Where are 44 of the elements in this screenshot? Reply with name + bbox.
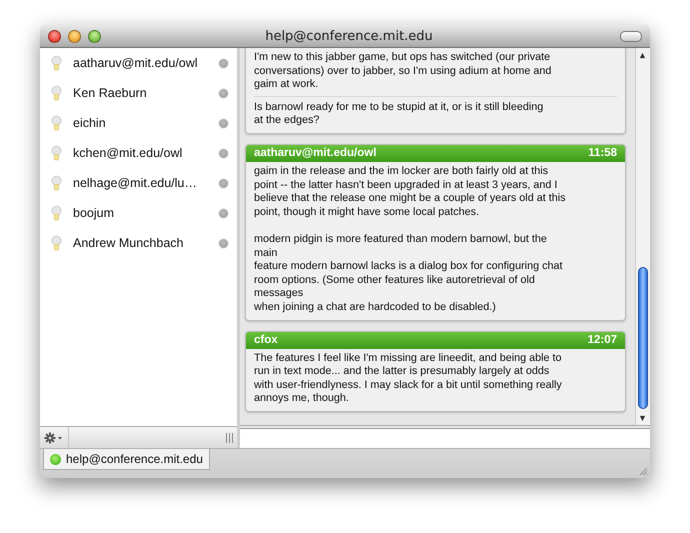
sender-name: aatharuv@mit.edu/owl [254, 147, 376, 160]
lightbulb-icon [51, 114, 62, 132]
contact-item[interactable]: Andrew Munchbach [40, 228, 237, 258]
message-text: gaim in the release and the im locker are both fairly old at this point -- the latter hasn't been upgraded in at least 3 years, and I believe that the release one might be a couple of years old at this point, though it might have some local patches. modern pidgin is more featured than modern barnowl, but the main feature modern barnowl lacks is a dialog box for configuring chat room options. (Some other features like autoretrieval of old messages when joining a chat are hardcoded to be disabled.) [254, 164, 567, 315]
message-text: The features I feel like I'm missing are lineedit, and being able to run in text mode... and the latter is presumably largely at odds with user-friendlyness. I may slack for a bit until something really annoys me, though. [254, 350, 563, 406]
lightbulb-icon [51, 174, 62, 192]
gear-icon [44, 432, 64, 444]
lightbulb-icon [51, 204, 62, 222]
status-dot [50, 454, 61, 464]
message-time: 12:07 [588, 334, 617, 346]
message-time: 11:58 [588, 147, 617, 160]
status-dot [218, 238, 229, 248]
zoom-button[interactable] [88, 30, 101, 42]
message-text: I'm new to this jabber game, but ops has switched (our private conversations) over to jabber, so I'm using adium at home and gaim at work. [254, 50, 552, 92]
status-dot [218, 118, 229, 128]
contact-item[interactable]: Ken Raeburn [40, 78, 237, 108]
lightbulb-icon [51, 144, 62, 162]
lightbulb-icon [51, 54, 62, 72]
lightbulb-icon [51, 84, 62, 102]
sender-name: cfox [254, 334, 278, 346]
status-dot [218, 208, 229, 218]
contact-item[interactable]: aatharuv@mit.edu/owl [40, 48, 237, 78]
resize-handle-icon[interactable] [638, 466, 648, 476]
contact-item[interactable]: eichin [40, 108, 237, 138]
contact-item[interactable]: kchen@mit.edu/owl [40, 138, 237, 168]
scroll-down-icon[interactable] [639, 415, 646, 422]
window-title: help@conference.mit.edu [264, 28, 434, 44]
status-dot [218, 88, 229, 98]
scroll-up-icon[interactable] [639, 52, 646, 59]
resize-grip-icon[interactable] [226, 432, 233, 442]
scrollbar[interactable] [635, 48, 650, 425]
scroll-thumb[interactable] [638, 267, 648, 409]
message-input[interactable] [240, 428, 650, 448]
message-text: Is barnowl ready for me to be stupid at it, or is it still bleeding at the edges? [254, 96, 617, 130]
status-dot [218, 148, 229, 158]
contact-item[interactable]: boojum [40, 198, 237, 228]
status-dot [218, 178, 229, 188]
status-dot [218, 58, 229, 68]
toolbar-toggle-button[interactable] [620, 30, 642, 42]
minimize-button[interactable] [68, 30, 81, 42]
contact-item[interactable]: nelhage@mit.edu/lu… [40, 168, 237, 198]
lightbulb-icon [51, 234, 62, 252]
chat-tab[interactable]: help@conference.mit.edu [43, 449, 210, 470]
close-button[interactable] [48, 30, 61, 42]
